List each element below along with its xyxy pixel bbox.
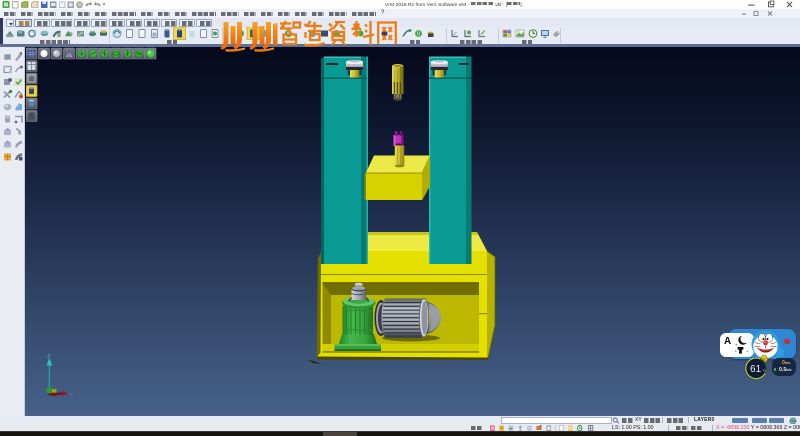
svg-text:%: %: [763, 368, 767, 373]
svg-text:x: x: [70, 392, 73, 398]
svg-text:0: 0: [417, 32, 420, 38]
svg-text:61: 61: [750, 364, 762, 375]
